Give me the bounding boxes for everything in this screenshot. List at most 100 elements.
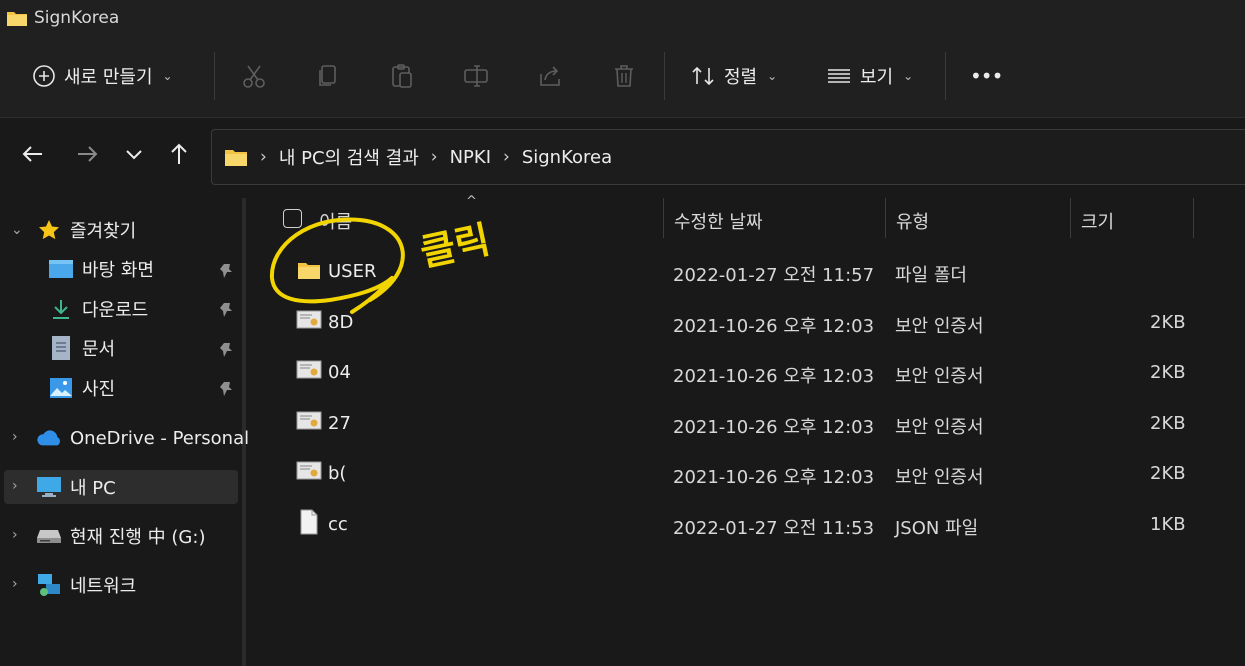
toolbar-divider — [664, 52, 665, 100]
chevron-right-icon[interactable]: › — [12, 527, 18, 543]
file-type: 파일 폴더 — [895, 265, 967, 286]
breadcrumb-separator: › — [503, 147, 510, 167]
column-divider[interactable] — [663, 198, 664, 238]
column-divider[interactable] — [1193, 198, 1194, 238]
share-icon[interactable] — [536, 62, 564, 90]
pin-icon[interactable] — [217, 341, 235, 359]
view-list-icon — [828, 69, 850, 83]
file-name[interactable]: USER — [328, 261, 376, 282]
cut-icon[interactable] — [240, 62, 268, 90]
sidebar-item-this-pc[interactable]: 내 PC — [36, 469, 116, 505]
new-button[interactable]: 새로 만들기 ⌄ — [32, 58, 173, 94]
plus-circle-icon — [33, 65, 55, 87]
file-name[interactable]: b( — [328, 463, 346, 484]
certificate-icon — [296, 411, 322, 430]
sidebar-item-network[interactable]: 네트워크 — [36, 567, 136, 603]
file-name[interactable]: 8D — [328, 312, 353, 333]
chevron-down-icon[interactable]: ⌄ — [11, 222, 23, 238]
file-size: 2KB — [1150, 312, 1186, 333]
file-date: 2022-01-27 오전 11:57 — [673, 265, 875, 286]
column-divider[interactable] — [885, 198, 886, 238]
address-bar[interactable]: › 내 PC의 검색 결과 › NPKI › SignKorea — [211, 129, 1245, 185]
drive-icon — [36, 523, 62, 549]
star-icon — [36, 217, 62, 243]
sidebar-item-label: 문서 — [82, 339, 116, 360]
sidebar-item-drive-g[interactable]: 현재 진행 中 (G:) — [36, 518, 205, 554]
certificate-icon — [296, 360, 322, 379]
breadcrumb-search-results[interactable]: 내 PC의 검색 결과 — [279, 144, 419, 170]
folder-icon — [7, 12, 27, 26]
file-type: 보안 인증서 — [895, 417, 984, 438]
breadcrumb-separator: › — [260, 147, 267, 167]
command-bar: 새로 만들기 ⌄ 정렬 ⌄ 보기 ⌄ ••• — [0, 36, 1245, 118]
up-icon[interactable] — [165, 140, 193, 168]
column-header-size[interactable]: 크기 — [1081, 208, 1114, 234]
rename-icon[interactable] — [462, 62, 490, 90]
chevron-right-icon[interactable]: › — [12, 576, 18, 592]
pin-icon[interactable] — [217, 301, 235, 319]
file-size: 2KB — [1150, 463, 1186, 484]
sort-indicator-icon: ^ — [466, 194, 477, 209]
sidebar-item-label: 즐겨찾기 — [70, 221, 137, 242]
chevron-right-icon[interactable]: › — [12, 478, 18, 494]
forward-icon[interactable] — [73, 140, 101, 168]
new-button-label: 새로 만들기 — [64, 67, 153, 88]
toolbar-divider — [214, 52, 215, 100]
file-name[interactable]: cc — [328, 514, 348, 535]
file-size: 1KB — [1150, 514, 1186, 535]
sort-button[interactable]: 정렬 ⌄ — [690, 58, 777, 94]
pictures-icon — [48, 375, 74, 401]
desktop-icon — [48, 256, 74, 282]
column-divider[interactable] — [1070, 198, 1071, 238]
paste-icon[interactable] — [388, 62, 416, 90]
computer-icon — [36, 474, 62, 500]
file-type: 보안 인증서 — [895, 316, 984, 337]
file-type: 보안 인증서 — [895, 467, 984, 488]
more-options-button[interactable]: ••• — [970, 58, 1003, 94]
chevron-right-icon[interactable]: › — [12, 429, 18, 445]
select-all-checkbox[interactable] — [283, 209, 302, 228]
breadcrumb-separator: › — [430, 147, 438, 167]
recent-locations-chevron-icon[interactable] — [120, 140, 148, 168]
file-date: 2021-10-26 오후 12:03 — [673, 366, 875, 387]
sidebar-item-pictures[interactable]: 사진 — [48, 370, 115, 406]
sidebar-item-label: 내 PC — [70, 478, 116, 499]
download-icon — [48, 296, 74, 322]
column-header-type[interactable]: 유형 — [896, 208, 929, 234]
file-date: 2021-10-26 오후 12:03 — [673, 417, 875, 438]
cloud-icon — [36, 425, 62, 451]
sidebar-item-label: 사진 — [82, 379, 116, 400]
file-name[interactable]: 04 — [328, 362, 351, 383]
back-icon[interactable] — [19, 140, 47, 168]
chevron-down-icon: ⌄ — [767, 69, 778, 83]
pin-icon[interactable] — [217, 380, 235, 398]
folder-icon — [225, 150, 247, 166]
file-icon — [300, 509, 318, 535]
file-date: 2021-10-26 오후 12:03 — [673, 316, 875, 337]
sidebar-item-label: 네트워크 — [70, 576, 137, 597]
copy-icon[interactable] — [314, 62, 342, 90]
window-title: SignKorea — [34, 8, 120, 28]
sidebar-item-desktop[interactable]: 바탕 화면 — [48, 251, 154, 287]
title-bar: SignKorea — [0, 0, 1245, 36]
sidebar-item-favorites[interactable]: 즐겨찾기 — [36, 212, 136, 248]
sidebar-item-label: OneDrive - Personal — [70, 427, 250, 449]
breadcrumb-npki[interactable]: NPKI — [450, 147, 491, 168]
pin-icon[interactable] — [217, 262, 235, 280]
file-type: JSON 파일 — [895, 518, 979, 539]
chevron-down-icon: ⌄ — [162, 69, 173, 83]
sidebar-item-label: 바탕 화면 — [82, 260, 154, 281]
file-date: 2022-01-27 오전 11:53 — [673, 518, 875, 539]
view-button-label: 보기 — [860, 67, 894, 88]
sidebar-item-documents[interactable]: 문서 — [48, 330, 115, 366]
sidebar-item-downloads[interactable]: 다운로드 — [48, 291, 148, 327]
sidebar-item-onedrive[interactable]: OneDrive - Personal — [36, 420, 249, 456]
sidebar-item-label: 현재 진행 中 (G:) — [70, 527, 206, 548]
breadcrumb-signkorea[interactable]: SignKorea — [522, 147, 612, 168]
document-icon — [48, 335, 74, 361]
column-header-modified[interactable]: 수정한 날짜 — [674, 208, 763, 234]
view-button[interactable]: 보기 ⌄ — [826, 58, 913, 94]
column-header-name[interactable]: 이름 — [319, 208, 352, 234]
delete-icon[interactable] — [610, 62, 638, 90]
file-name[interactable]: 27 — [328, 413, 351, 434]
